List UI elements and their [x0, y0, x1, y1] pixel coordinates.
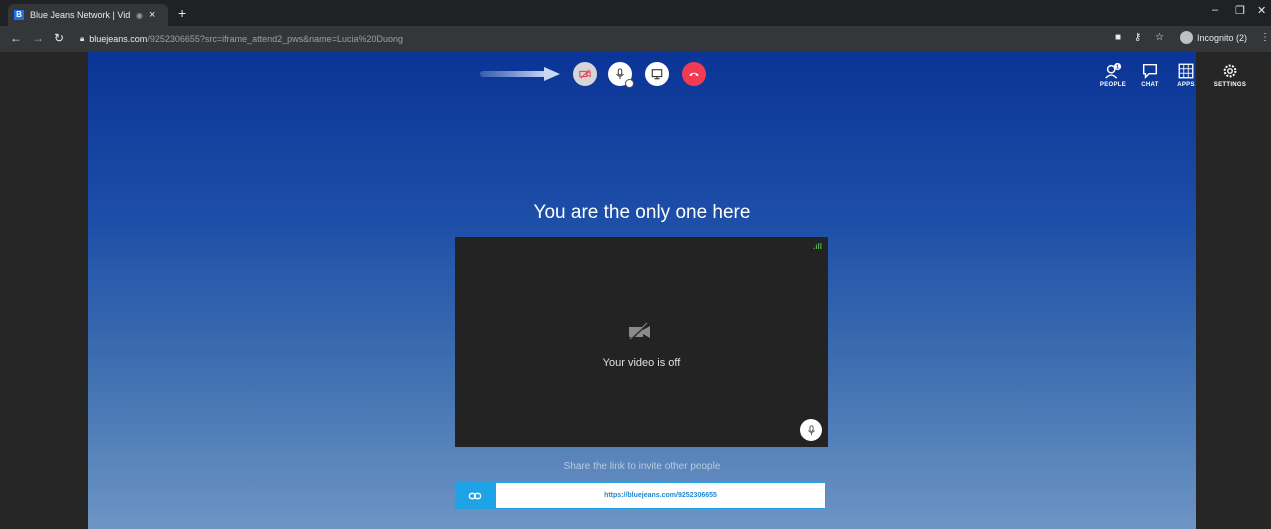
- close-window-button[interactable]: ✕: [1257, 4, 1266, 17]
- camera-permission-icon[interactable]: ■: [1115, 32, 1121, 43]
- maximize-button[interactable]: ❐: [1235, 4, 1245, 17]
- tab-title: Blue Jeans Network | Video C: [30, 10, 130, 20]
- apps-grid-icon: [1178, 63, 1194, 79]
- video-off-icon: [579, 69, 591, 79]
- share-prompt: Share the link to invite other people: [563, 461, 721, 472]
- pointer-arrow-icon: [480, 67, 560, 81]
- url-field[interactable]: 🔒︎ bluejeans.com/9252306655?src=iframe_a…: [80, 29, 1080, 49]
- settings-button[interactable]: SETTINGS: [1210, 62, 1250, 88]
- settings-label: SETTINGS: [1213, 82, 1247, 88]
- page-title: You are the only one here: [533, 202, 751, 223]
- incognito-label: Incognito (2): [1197, 32, 1248, 43]
- chat-icon: [1142, 63, 1158, 80]
- signal-strength-icon: .ıll: [813, 242, 822, 251]
- browser-address-bar: ← → ↻ 🔒︎ bluejeans.com/9252306655?src=if…: [0, 26, 1271, 52]
- key-icon[interactable]: ⚷: [1134, 32, 1141, 43]
- incognito-icon: [1180, 31, 1193, 44]
- back-arrow-icon[interactable]: ←: [10, 31, 22, 45]
- meeting-link-field[interactable]: https://bluejeans.com/9252306655: [495, 482, 826, 509]
- share-screen-button[interactable]: [645, 62, 669, 86]
- apps-button[interactable]: APPS: [1166, 62, 1206, 88]
- url-host: bluejeans.com: [89, 34, 148, 44]
- browser-tab-bar: B Blue Jeans Network | Video C ◉ × + – ❐…: [0, 0, 1271, 26]
- mic-options-icon[interactable]: [625, 79, 634, 88]
- self-video-tile: .ıll Your video is off: [455, 237, 828, 447]
- browser-tab[interactable]: B Blue Jeans Network | Video C ◉ ×: [8, 4, 168, 26]
- left-margin: [0, 52, 88, 529]
- mic-icon: [616, 68, 624, 80]
- gear-icon: [1223, 64, 1237, 78]
- new-tab-button[interactable]: +: [178, 5, 186, 21]
- minimize-button[interactable]: –: [1212, 4, 1218, 16]
- chat-button[interactable]: CHAT: [1130, 62, 1170, 88]
- video-off-icon: [629, 322, 650, 341]
- reload-icon[interactable]: ↻: [54, 31, 64, 45]
- incognito-profile-button[interactable]: Incognito (2): [1180, 31, 1247, 44]
- apps-label: APPS: [1177, 82, 1195, 88]
- mic-toggle-button[interactable]: [608, 62, 634, 88]
- copy-link-button[interactable]: [455, 482, 495, 509]
- screen-share-icon: [651, 69, 663, 80]
- mic-icon: [807, 424, 815, 435]
- people-button[interactable]: 1 PEOPLE: [1093, 62, 1133, 88]
- bookmark-star-icon[interactable]: ☆: [1155, 32, 1164, 43]
- browser-menu-icon[interactable]: ⋮: [1260, 32, 1270, 43]
- url-path: /9252306655?src=iframe_attend2_pws&name=…: [147, 34, 403, 44]
- lock-icon: 🔒︎: [80, 34, 85, 43]
- forward-arrow-icon[interactable]: →: [32, 31, 44, 45]
- recording-indicator-icon: ◉: [136, 10, 143, 20]
- hang-up-icon: [689, 72, 699, 77]
- link-icon: [468, 492, 482, 499]
- people-label: PEOPLE: [1099, 82, 1127, 88]
- bluejeans-favicon-icon: B: [14, 10, 24, 20]
- people-count-badge: 1: [1116, 64, 1119, 70]
- meeting-stage: 1 PEOPLE CHAT APPS SETTINGS You are the …: [88, 52, 1246, 529]
- meeting-link-box: https://bluejeans.com/9252306655: [455, 482, 826, 509]
- right-margin: [1196, 52, 1271, 529]
- tab-close-icon[interactable]: ×: [149, 9, 155, 21]
- people-icon: 1: [1105, 62, 1122, 79]
- tile-mic-button[interactable]: [800, 419, 822, 441]
- video-toggle-button[interactable]: [573, 62, 597, 86]
- hang-up-button[interactable]: [682, 62, 706, 86]
- video-off-label: Your video is off: [602, 357, 681, 369]
- chat-label: CHAT: [1141, 82, 1159, 88]
